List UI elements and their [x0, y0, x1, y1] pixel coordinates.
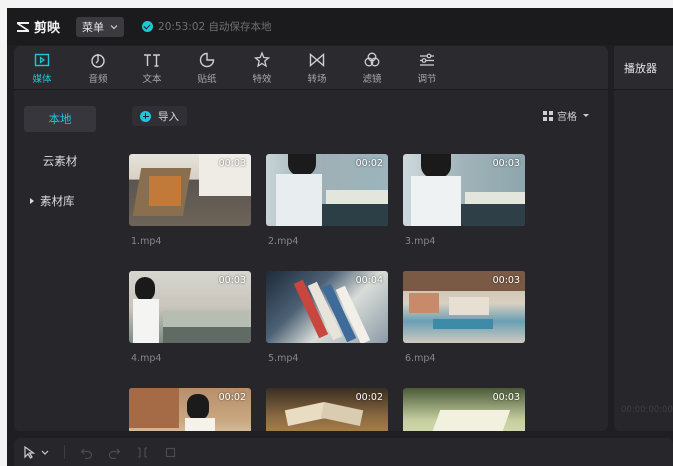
- tool-filter[interactable]: 滤镜: [354, 50, 390, 88]
- import-button[interactable]: 导入: [132, 106, 187, 126]
- media-clip[interactable]: 00:03: [403, 388, 525, 431]
- clip-duration: 00:03: [492, 392, 520, 403]
- clip-duration: 00:03: [492, 158, 520, 169]
- media-clip[interactable]: 00:02: [129, 388, 251, 431]
- timeline-toolbar: [14, 438, 673, 466]
- filter-icon: [362, 50, 382, 70]
- media-panel: 媒体 音频 文本 贴纸 特效 转场 滤镜 调节 本地 云素材 素材库 导入 宫格…: [14, 46, 608, 431]
- transition-icon: [307, 50, 327, 70]
- media-clip[interactable]: 00:02 2.mp4: [266, 154, 388, 249]
- media-clip[interactable]: 00:03 1.mp4: [129, 154, 251, 249]
- screenshot-frame: 剪映 菜单 20:53:02 自动保存本地 媒体 音频 文本 贴纸 特效 转场 …: [0, 0, 673, 466]
- tool-label: 转场: [307, 74, 327, 85]
- clip-name: 2.mp4: [268, 236, 299, 247]
- media-clip[interactable]: 00:03 6.mp4: [403, 271, 525, 366]
- tool-effects[interactable]: 特效: [244, 50, 280, 88]
- autosave-text: 20:53:02 自动保存本地: [158, 21, 272, 33]
- view-mode-dropdown[interactable]: 宫格: [543, 108, 589, 123]
- clip-name: 6.mp4: [405, 353, 436, 364]
- caret-down-icon: [583, 114, 589, 117]
- clip-duration: 00:02: [355, 158, 383, 169]
- plus-circle-icon: [140, 110, 151, 122]
- tool-label: 音频: [88, 74, 108, 85]
- tool-label: 特效: [252, 74, 272, 85]
- media-clip[interactable]: 00:03 3.mp4: [403, 154, 525, 249]
- clip-name: 4.mp4: [131, 353, 162, 364]
- app-name: 剪映: [34, 21, 61, 36]
- undo-icon[interactable]: [79, 445, 93, 459]
- toolbar-divider: [64, 445, 65, 459]
- app-logo: 剪映: [16, 17, 60, 36]
- chevron-down-icon: [110, 24, 118, 29]
- sidebar-item-label: 本地: [48, 112, 72, 126]
- menu-label: 菜单: [82, 20, 105, 34]
- tool-label: 媒体: [32, 74, 52, 85]
- menu-button[interactable]: 菜单: [76, 16, 125, 37]
- clip-duration: 00:02: [218, 392, 246, 403]
- asset-toolbar: 媒体 音频 文本 贴纸 特效 转场 滤镜 调节: [14, 46, 608, 90]
- media-clip[interactable]: 00:04 5.mp4: [266, 271, 388, 366]
- view-mode-label: 宫格: [557, 112, 577, 123]
- media-clip[interactable]: 00:03 4.mp4: [129, 271, 251, 366]
- clip-duration: 00:03: [218, 275, 246, 286]
- tool-label: 滤镜: [362, 74, 382, 85]
- caret-right-icon: [30, 198, 34, 204]
- delete-icon[interactable]: [163, 445, 177, 459]
- autosave-status: 20:53:02 自动保存本地: [142, 19, 272, 34]
- media-grid-area: 导入 宫格 00:03 1.mp4 00:02 2.mp4 00:03 3.mp…: [118, 91, 608, 431]
- clip-name: 1.mp4: [131, 236, 162, 247]
- clip-name: 5.mp4: [268, 353, 299, 364]
- tool-label: 文本: [142, 74, 162, 85]
- clip-duration: 00:02: [355, 392, 383, 403]
- tool-label: 贴纸: [197, 74, 217, 85]
- audio-icon: [88, 50, 108, 70]
- select-cursor-icon[interactable]: [22, 445, 36, 459]
- tool-audio[interactable]: 音频: [80, 50, 116, 88]
- tool-media[interactable]: 媒体: [24, 50, 60, 88]
- tool-text[interactable]: 文本: [134, 50, 170, 88]
- text-icon: [142, 50, 162, 70]
- sidebar-item-label: 云素材: [42, 154, 78, 168]
- sidebar-item-library[interactable]: 素材库: [24, 188, 96, 214]
- tool-sticker[interactable]: 贴纸: [189, 50, 225, 88]
- player-title: 播放器: [614, 46, 673, 90]
- capcut-logo-icon: [16, 20, 30, 34]
- split-icon[interactable]: [135, 445, 149, 459]
- app-window: 剪映 菜单 20:53:02 自动保存本地 媒体 音频 文本 贴纸 特效 转场 …: [7, 8, 673, 466]
- media-sidebar: 本地 云素材 素材库: [14, 91, 118, 431]
- clip-duration: 00:03: [218, 158, 246, 169]
- player-panel: 播放器 00:00:00:00: [614, 46, 673, 431]
- effects-icon: [252, 50, 272, 70]
- media-icon: [32, 50, 52, 70]
- tool-transition[interactable]: 转场: [299, 50, 335, 88]
- tool-adjust[interactable]: 调节: [409, 50, 445, 88]
- player-timecode: 00:00:00:00: [621, 405, 673, 415]
- import-label: 导入: [158, 110, 179, 123]
- sidebar-item-label: 素材库: [40, 194, 75, 208]
- title-bar: 剪映 菜单 20:53:02 自动保存本地: [7, 8, 673, 45]
- clip-duration: 00:03: [492, 275, 520, 286]
- redo-icon[interactable]: [107, 445, 121, 459]
- clip-duration: 00:04: [355, 275, 383, 286]
- sidebar-item-local[interactable]: 本地: [24, 106, 96, 132]
- media-clip[interactable]: 00:02: [266, 388, 388, 431]
- sticker-icon: [197, 50, 217, 70]
- chevron-down-icon[interactable]: [40, 445, 50, 459]
- check-circle-icon: [142, 21, 154, 32]
- tool-label: 调节: [417, 74, 437, 85]
- grid-view-icon: [543, 110, 553, 121]
- clip-name: 3.mp4: [405, 236, 436, 247]
- adjust-icon: [417, 50, 437, 70]
- sidebar-item-cloud[interactable]: 云素材: [24, 148, 96, 174]
